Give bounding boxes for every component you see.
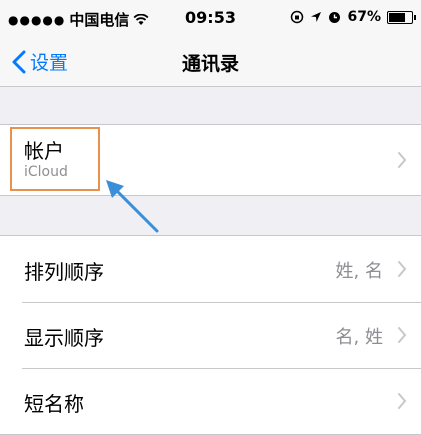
status-right: 67% — [290, 9, 416, 25]
chevron-right-icon — [398, 327, 407, 343]
navigation-bar: 设置 通讯录 — [0, 36, 421, 87]
chevron-right-icon — [398, 261, 407, 277]
status-bar: ●●●●● 中国电信 09:53 67% — [0, 0, 421, 36]
page-title: 通讯录 — [181, 53, 239, 75]
short-name-row[interactable]: 短名称 — [0, 368, 421, 434]
orientation-lock-icon — [291, 10, 304, 24]
accounts-subtitle: iCloud — [24, 164, 68, 180]
account-group: 帐户 iCloud — [0, 124, 421, 196]
battery-percent: 67% — [347, 9, 381, 25]
sort-order-value: 姓, 名 — [335, 261, 383, 282]
sort-order-label: 排列顺序 — [24, 260, 104, 284]
sort-order-row[interactable]: 排列顺序 姓, 名 — [0, 236, 421, 302]
battery-icon — [387, 10, 416, 24]
chevron-right-icon — [398, 152, 407, 168]
sort-settings-group: 排列顺序 姓, 名 显示顺序 名, 姓 短名称 — [0, 235, 421, 435]
chevron-right-icon — [398, 393, 407, 409]
location-icon — [311, 12, 322, 22]
display-order-value: 名, 姓 — [335, 327, 383, 348]
accounts-title: 帐户 — [24, 139, 64, 163]
short-name-label: 短名称 — [24, 392, 84, 416]
display-order-label: 显示顺序 — [24, 326, 104, 350]
alarm-icon — [329, 11, 341, 23]
display-order-row[interactable]: 显示顺序 名, 姓 — [0, 302, 421, 368]
accounts-row[interactable]: 帐户 iCloud — [0, 125, 421, 195]
